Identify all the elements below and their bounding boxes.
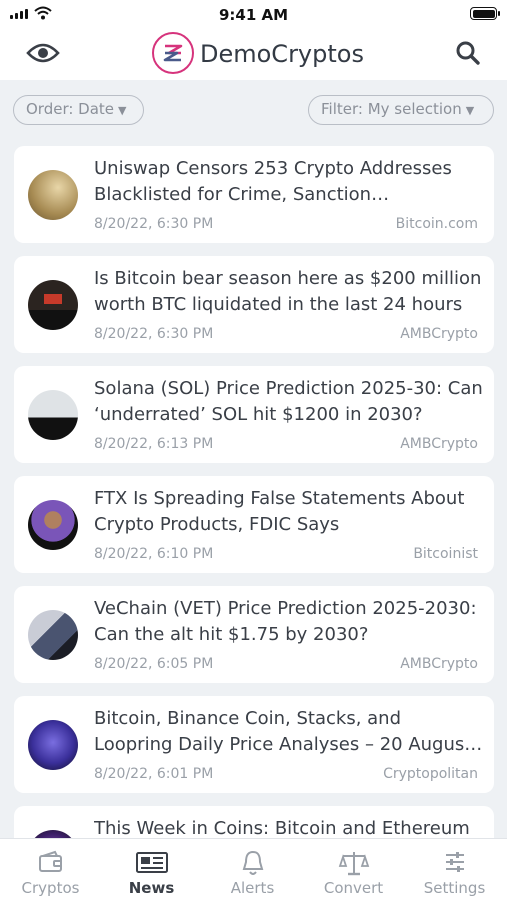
search-icon[interactable]: [455, 40, 481, 66]
battery-icon: [470, 7, 500, 20]
tab-convert[interactable]: Convert: [303, 839, 404, 900]
news-source: Bitcoinist: [413, 546, 478, 562]
news-thumbnail: [28, 390, 78, 440]
sliders-icon: [445, 852, 464, 872]
status-time: 9:41 AM: [218, 6, 289, 24]
news-thumbnail: [28, 610, 78, 660]
wallet-icon: [38, 850, 62, 872]
app-bar: DemoCryptos: [0, 30, 507, 80]
tab-label: News: [128, 879, 175, 897]
news-title: Uniswap Censors 253 Crypto Addresses Bla…: [94, 158, 452, 205]
tab-label: Cryptos: [21, 879, 80, 897]
news-list[interactable]: Uniswap Censors 253 Crypto Addresses Bla…: [0, 140, 507, 838]
caret-down-icon: ▼: [118, 104, 127, 117]
logo-mark-icon: [163, 44, 183, 62]
news-card[interactable]: Solana (SOL) Price Prediction 2025-30: C…: [14, 366, 494, 463]
news-title: Bitcoin, Binance Coin, Stacks, and Loopr…: [94, 708, 472, 755]
news-title: Solana (SOL) Price Prediction 2025-30: C…: [94, 378, 483, 425]
tab-bar: Cryptos News Alerts Convert Settings: [0, 838, 507, 900]
caret-down-icon: ▼: [465, 104, 475, 117]
tab-label: Convert: [323, 879, 384, 897]
news-source: AMBCrypto: [400, 436, 478, 452]
filter-label: Filter: My selection: [321, 100, 462, 118]
news-card[interactable]: Is Bitcoin bear season here as $200 mill…: [14, 256, 494, 353]
news-thumbnail: [28, 720, 78, 770]
news-date: 8/20/22, 6:30 PM: [94, 216, 214, 232]
app-title: DemoCryptos: [200, 40, 364, 68]
tab-label: Alerts: [230, 879, 275, 897]
news-thumbnail: [28, 170, 78, 220]
news-card[interactable]: Uniswap Censors 253 Crypto Addresses Bla…: [14, 146, 494, 243]
news-title: FTX Is Spreading False Statements About …: [94, 488, 465, 535]
news-thumbnail: [28, 280, 78, 330]
news-thumbnail: [28, 500, 78, 550]
tab-alerts[interactable]: Alerts: [202, 839, 303, 900]
news-date: 8/20/22, 6:13 PM: [94, 436, 214, 452]
news-date: 8/20/22, 6:05 PM: [94, 656, 214, 672]
news-card[interactable]: Bitcoin, Binance Coin, Stacks, and Loopr…: [14, 696, 494, 793]
news-source: AMBCrypto: [400, 656, 478, 672]
newspaper-icon: [135, 852, 168, 873]
news-date: 8/20/22, 6:30 PM: [94, 326, 214, 342]
filter-dropdown[interactable]: Filter: My selection ▼: [308, 95, 494, 125]
news-date: 8/20/22, 6:01 PM: [94, 766, 214, 782]
exit-sign-image: [44, 294, 62, 304]
app-logo: [152, 32, 194, 74]
status-bar: 9:41 AM: [0, 0, 507, 30]
eye-icon[interactable]: [26, 41, 60, 65]
news-title: Is Bitcoin bear season here as $200 mill…: [94, 268, 482, 315]
news-source: AMBCrypto: [400, 326, 478, 342]
tab-cryptos[interactable]: Cryptos: [0, 839, 101, 900]
tab-settings[interactable]: Settings: [404, 839, 505, 900]
news-date: 8/20/22, 6:10 PM: [94, 546, 214, 562]
tab-label: Settings: [423, 879, 486, 897]
scale-icon: [338, 852, 369, 876]
news-card[interactable]: FTX Is Spreading False Statements About …: [14, 476, 494, 573]
news-card[interactable]: VeChain (VET) Price Prediction 2025-2030…: [14, 586, 494, 683]
bell-icon: [242, 850, 263, 875]
filter-row: Order: Date ▼ Filter: My selection ▼: [0, 80, 507, 140]
news-card[interactable]: This Week in Coins: Bitcoin and Ethereum: [14, 806, 494, 838]
news-title: This Week in Coins: Bitcoin and Ethereum: [94, 818, 470, 838]
news-source: Cryptopolitan: [383, 766, 478, 782]
news-title: VeChain (VET) Price Prediction 2025-2030…: [94, 598, 477, 645]
order-label: Order: Date: [26, 100, 115, 118]
order-dropdown[interactable]: Order: Date ▼: [13, 95, 144, 125]
tab-news[interactable]: News: [101, 839, 202, 900]
news-thumbnail: [28, 830, 78, 838]
news-source: Bitcoin.com: [395, 216, 478, 232]
